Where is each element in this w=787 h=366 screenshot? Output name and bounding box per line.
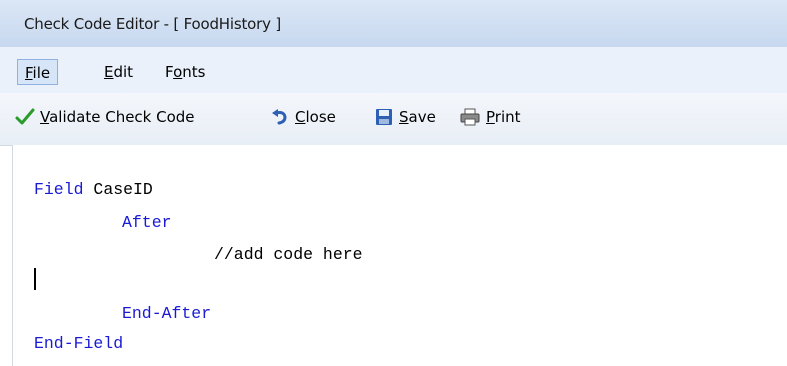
undo-arrow-icon [272,109,287,125]
close-button[interactable]: Close [270,106,336,128]
code-line-2: After [122,213,172,232]
menu-fonts[interactable]: Fonts [165,59,205,85]
printer-icon [460,108,480,126]
menu-edit-label: dit [113,63,134,81]
code-keyword: After [122,213,172,232]
save-label: Save [399,108,436,126]
menu-file-mnemonic: F [25,64,33,82]
print-button[interactable]: Print [459,106,521,128]
checkmark-icon [15,108,35,125]
close-label: Close [295,108,336,126]
code-line-3: //add code here [214,245,363,264]
code-text: CaseID [83,180,153,199]
validate-check-code-button[interactable]: Validate Check Code [15,106,195,128]
save-button[interactable]: Save [374,106,436,128]
code-keyword: Field [34,180,84,199]
code-line-1: Field CaseID [34,180,153,199]
code-line-6: End-Field [34,334,123,353]
floppy-disk-icon [376,109,392,125]
text-caret [34,268,36,290]
menu-file[interactable]: File [17,59,59,85]
code-keyword: End-After [122,304,212,323]
menu-file-label: ile [32,64,51,82]
code-keyword: End-Field [34,334,124,353]
validate-check-code-label: Validate Check Code [40,108,195,126]
code-editor[interactable] [12,145,787,366]
menu-edit[interactable]: Edit [104,59,133,85]
menu-fonts-mnemonic: o [173,63,183,81]
print-label: Print [486,108,521,126]
title-bar: Check Code Editor - [ FoodHistory ] [0,0,787,47]
code-comment: //add code here [214,245,363,264]
code-line-5: End-After [122,304,211,323]
menu-fonts-label: nts [182,63,206,81]
menu-fonts-label-pre: F [165,63,174,81]
window-title: Check Code Editor - [ FoodHistory ] [24,15,281,33]
